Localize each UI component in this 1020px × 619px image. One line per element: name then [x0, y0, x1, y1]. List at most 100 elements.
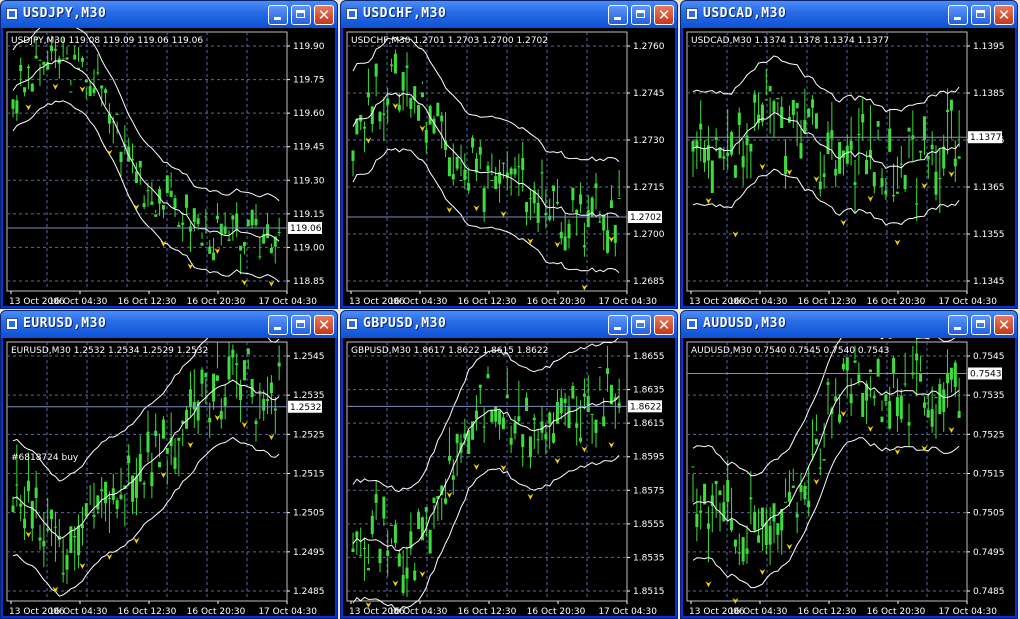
- candle-body: [212, 373, 216, 402]
- close-button[interactable]: ✕: [994, 5, 1014, 25]
- chart-window-eurusd[interactable]: EURUSD,M30 ✕ 1.2545 1.2535 1.2525 1.2515 1.2…: [0, 310, 338, 619]
- title-bar[interactable]: EURUSD,M30 ✕: [1, 311, 337, 338]
- maximize-icon: [636, 320, 645, 328]
- maximize-button[interactable]: [291, 5, 311, 25]
- title-bar[interactable]: AUDUSD,M30 ✕: [681, 311, 1017, 338]
- fractal-down-icon: [786, 543, 793, 550]
- x-tick-label: 16 Oct 04:30: [389, 607, 448, 617]
- price-chart[interactable]: 1.13951.13851.13751.13651.13551.13451.13…: [683, 28, 1015, 307]
- chart-window-gbpusd[interactable]: GBPUSD,M30 ✕ 1.8655 1.8635 1.8615 1.8595 1.8…: [340, 310, 678, 619]
- candle-body: [393, 53, 397, 74]
- candle-body: [915, 203, 919, 205]
- price-chart[interactable]: 1.8655 1.8635 1.8615 1.8595 1.8575 1.8555 1.85…: [343, 338, 675, 617]
- chart-window-icon[interactable]: [686, 8, 698, 20]
- y-tick-label: 1.8515: [633, 587, 665, 597]
- candle-body: [745, 548, 749, 554]
- price-chart[interactable]: 0.7545 0.7535 0.7525 0.7515 0.7505 0.7495 0.74…: [683, 338, 1015, 617]
- upper-band-line: [352, 338, 619, 493]
- candle-body: [482, 188, 486, 212]
- candle-body: [926, 410, 930, 418]
- candle-body: [617, 402, 621, 408]
- maximize-button[interactable]: [971, 5, 991, 25]
- fractal-down-icon: [473, 463, 480, 470]
- minimize-button[interactable]: [268, 315, 288, 335]
- candle-body: [254, 218, 258, 226]
- candle-body: [807, 500, 811, 508]
- fractal-down-icon: [705, 581, 712, 588]
- x-tick-label: 17 Oct 04:30: [258, 297, 317, 307]
- price-chart[interactable]: 1.2545 1.2535 1.2525 1.2515 1.2505 1.2495 1.24…: [3, 338, 335, 617]
- minimize-button[interactable]: [608, 5, 628, 25]
- candle-body: [733, 539, 737, 547]
- maximize-button[interactable]: [971, 315, 991, 335]
- price-chart[interactable]: 1.2760 1.2745 1.2730 1.2715 1.2700 1.2685 1.27…: [343, 28, 675, 307]
- candle-body: [84, 79, 88, 83]
- minimize-button[interactable]: [608, 315, 628, 335]
- candle-body: [382, 496, 386, 519]
- maximize-button[interactable]: [631, 315, 651, 335]
- close-button[interactable]: ✕: [654, 5, 674, 25]
- title-bar[interactable]: GBPUSD,M30 ✕: [341, 311, 677, 338]
- chart-window-usdjpy[interactable]: USDJPY,M30 ✕ 119.90 119.75 119.60 119.45 119…: [0, 0, 338, 309]
- candle-body: [185, 194, 189, 208]
- candle-body: [926, 155, 930, 160]
- minimize-button[interactable]: [948, 315, 968, 335]
- candle-body: [853, 182, 857, 185]
- y-tick-label: 1.1385: [973, 89, 1005, 99]
- minimize-button[interactable]: [268, 5, 288, 25]
- candle-body: [544, 433, 548, 440]
- chart-window-icon[interactable]: [6, 8, 18, 20]
- close-button[interactable]: ✕: [994, 315, 1014, 335]
- x-tick-label: 16 Oct 20:30: [187, 297, 246, 307]
- title-bar[interactable]: USDCHF,M30 ✕: [341, 1, 677, 28]
- candle-body: [84, 503, 88, 517]
- candle-body: [181, 222, 185, 225]
- fractal-down-icon: [867, 425, 874, 432]
- candle-body: [575, 423, 579, 428]
- candle-body: [424, 507, 428, 512]
- candle-body: [104, 89, 108, 93]
- candle-body: [119, 494, 123, 499]
- minimize-button[interactable]: [948, 5, 968, 25]
- maximize-button[interactable]: [291, 315, 311, 335]
- candle-body: [451, 475, 455, 480]
- close-button[interactable]: ✕: [314, 5, 334, 25]
- y-tick-label: 1.2505: [293, 509, 325, 519]
- chart-window-icon[interactable]: [686, 318, 698, 330]
- title-bar[interactable]: USDCAD,M30 ✕: [681, 1, 1017, 28]
- candle-body: [582, 245, 586, 248]
- candle-body: [513, 168, 517, 175]
- candle-body: [11, 99, 15, 109]
- chart-window-usdchf[interactable]: USDCHF,M30 ✕ 1.2760 1.2745 1.2730 1.2715 1.2…: [340, 0, 678, 309]
- close-button[interactable]: ✕: [654, 315, 674, 335]
- close-button[interactable]: ✕: [314, 315, 334, 335]
- candle-body: [737, 552, 741, 554]
- candle-body: [540, 172, 544, 174]
- chart-window-icon[interactable]: [346, 8, 358, 20]
- maximize-button[interactable]: [631, 5, 651, 25]
- candle-body: [100, 489, 104, 492]
- candle-body: [764, 522, 768, 546]
- chart-window-icon[interactable]: [346, 318, 358, 330]
- maximize-icon: [296, 10, 305, 18]
- candle-body: [571, 386, 575, 399]
- fractal-down-icon: [473, 205, 480, 212]
- candle-body: [444, 498, 448, 504]
- candle-body: [363, 547, 367, 549]
- candle-body: [590, 413, 594, 415]
- candle-body: [486, 373, 490, 379]
- candle-body: [69, 91, 73, 93]
- chart-window-icon[interactable]: [6, 318, 18, 330]
- chart-window-audusd[interactable]: AUDUSD,M30 ✕ 0.7545 0.7535 0.7525 0.7515 0.7…: [680, 310, 1018, 619]
- price-chart[interactable]: 119.90 119.75 119.60 119.45 119.30 119.15 119.…: [3, 28, 335, 307]
- candle-body: [169, 190, 173, 197]
- chart-window-usdcad[interactable]: USDCAD,M30 ✕ 1.13951.13851.13751.13651.1…: [680, 0, 1018, 309]
- candle-body: [834, 168, 838, 176]
- window-title: USDCHF,M30: [363, 6, 447, 21]
- y-tick-label: 1.2535: [293, 391, 325, 401]
- y-tick-label: 1.2515: [293, 470, 325, 480]
- candle-body: [892, 357, 896, 375]
- fractal-down-icon: [554, 458, 561, 465]
- title-bar[interactable]: USDJPY,M30 ✕: [1, 1, 337, 28]
- candle-body: [19, 64, 23, 72]
